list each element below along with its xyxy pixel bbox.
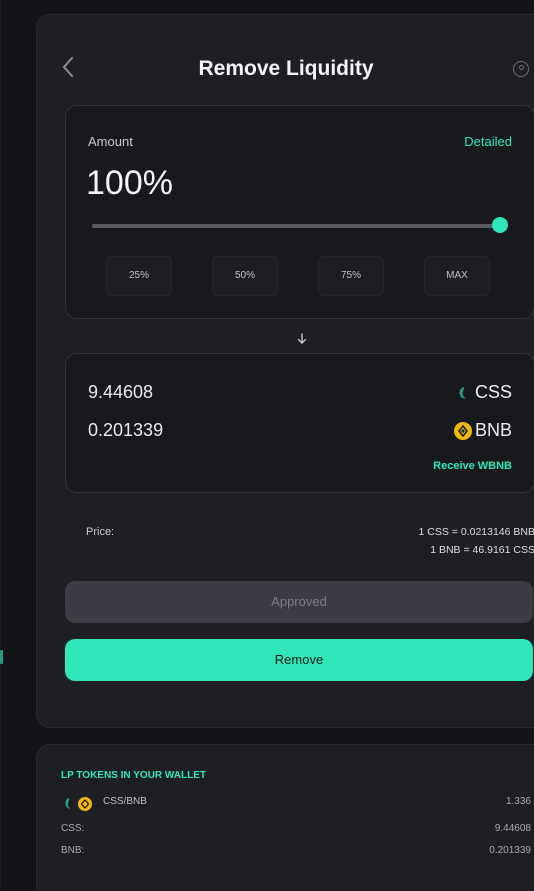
remove-liquidity-panel: Remove Liquidity Amount Detailed 100% 25… [36, 14, 534, 728]
left-edge-indicator [0, 650, 3, 664]
amount-slider[interactable] [92, 217, 508, 233]
lp-css-value: 9.44608 [494, 823, 531, 834]
pair-icons [65, 797, 92, 811]
page-title: Remove Liquidity [198, 57, 374, 80]
lp-pair-balance: 1.336 [505, 796, 531, 807]
slider-thumb[interactable] [492, 217, 508, 233]
slider-fill [92, 224, 500, 228]
receive-wbnb-link[interactable]: Receive WBNB [433, 460, 512, 472]
bnb-token-icon [454, 422, 472, 440]
bnb-symbol: BNB [474, 420, 512, 440]
css-token-icon [454, 384, 472, 402]
css-symbol: CSS [474, 382, 512, 402]
amount-label: Amount [88, 134, 133, 149]
help-circle-icon[interactable] [513, 61, 529, 77]
amount-card: Amount Detailed 100% 25% 50% 75% MAX [65, 105, 534, 319]
percent-presets: 25% 50% 75% MAX [106, 256, 526, 296]
preset-75-button[interactable]: 75% [318, 256, 384, 296]
lp-tokens-panel: LP TOKENS IN YOUR WALLET CSS/BNB 1.336 C… [36, 744, 534, 891]
price-css-bnb: 1 CSS = 0.0213146 BNB [418, 526, 534, 538]
detailed-link[interactable]: Detailed [464, 134, 512, 149]
remove-button[interactable]: Remove [65, 639, 533, 681]
amount-percent-value: 100% [86, 164, 173, 202]
lp-tokens-title: LP TOKENS IN YOUR WALLET [61, 770, 207, 781]
lp-pair-name: CSS/BNB [103, 796, 147, 807]
receive-card: 9.44608 CSS 0.201339 BNB Receive WBNB [65, 353, 534, 493]
lp-css-label: CSS: [61, 823, 85, 834]
left-edge-divider [0, 0, 1, 891]
lp-bnb-label: BNB: [61, 845, 85, 856]
preset-25-button[interactable]: 25% [106, 256, 172, 296]
preset-max-button[interactable]: MAX [424, 256, 490, 296]
price-label: Price: [86, 526, 115, 538]
price-bnb-css: 1 BNB = 46.9161 CSS [430, 544, 534, 556]
bnb-amount: 0.201339 [88, 420, 164, 440]
preset-50-button[interactable]: 50% [212, 256, 278, 296]
arrow-down-icon [297, 333, 307, 348]
approved-button[interactable]: Approved [65, 581, 533, 623]
css-amount: 9.44608 [88, 382, 154, 402]
lp-bnb-value: 0.201339 [489, 845, 531, 856]
panel-header: Remove Liquidity [37, 55, 534, 85]
